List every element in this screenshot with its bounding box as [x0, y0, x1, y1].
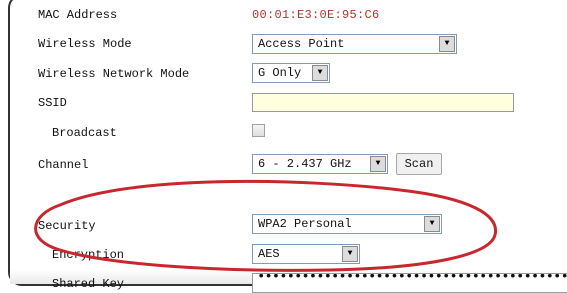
highlight-ellipse: [34, 179, 498, 272]
highlight-ellipse-path: [34, 179, 498, 272]
